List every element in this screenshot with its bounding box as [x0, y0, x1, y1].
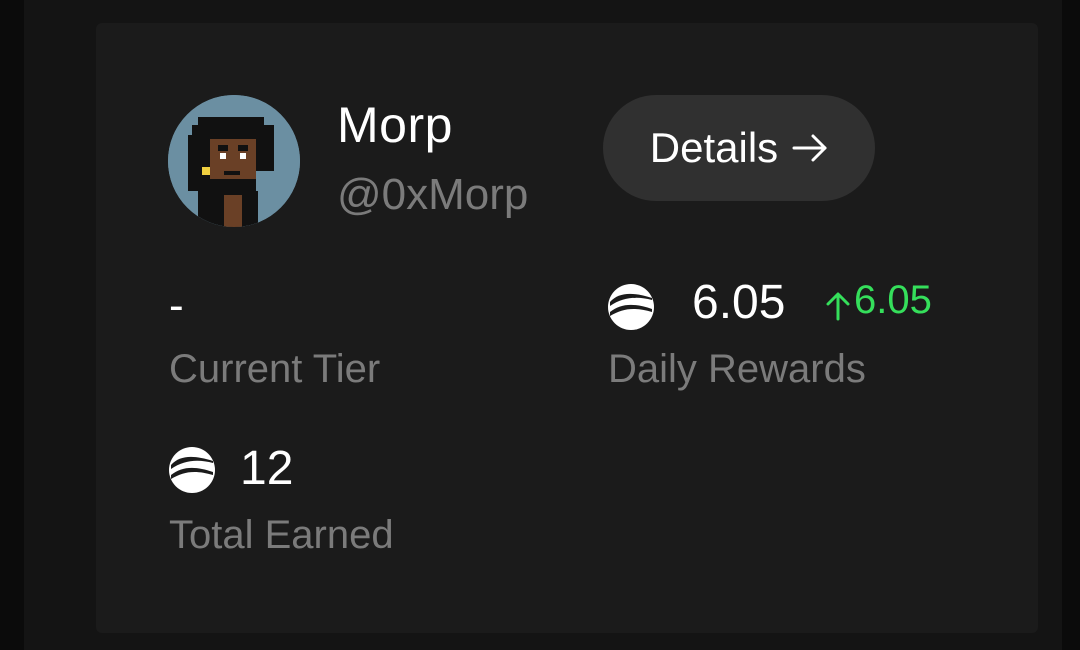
details-button-label: Details	[649, 124, 779, 171]
profile-name: Morp	[337, 97, 453, 153]
arrow-right-icon	[792, 133, 828, 163]
daily-rewards-value: 6.05	[692, 276, 786, 329]
pixel-punk-avatar-icon	[168, 95, 300, 227]
up-arrow-icon	[824, 285, 852, 321]
total-earned-label: Total Earned	[169, 513, 394, 557]
avatar	[168, 95, 300, 227]
details-button[interactable]: Details	[603, 95, 875, 201]
token-coin-icon	[607, 283, 655, 331]
daily-rewards-change-value: 6.05	[854, 278, 932, 322]
daily-rewards-label: Daily Rewards	[608, 347, 866, 391]
app-frame: Morp @0xMorp Details - Current Tier 6.05	[24, 0, 1062, 650]
current-tier-value: -	[169, 281, 184, 330]
profile-handle: @0xMorp	[337, 170, 529, 219]
token-coin-icon	[168, 446, 216, 494]
daily-rewards-change: 6.05	[824, 277, 932, 323]
current-tier-label: Current Tier	[169, 347, 381, 391]
total-earned-value: 12	[240, 442, 294, 495]
profile-rewards-card: Morp @0xMorp Details - Current Tier 6.05	[96, 23, 1038, 633]
